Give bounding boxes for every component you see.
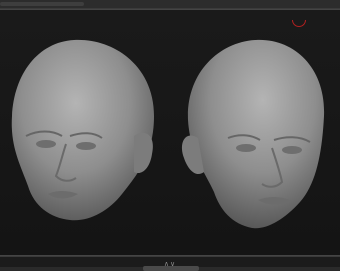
bottom-scroll-bar[interactable]: ∧∨ xyxy=(0,256,340,271)
head-model-right[interactable] xyxy=(176,34,336,234)
head-model-left[interactable] xyxy=(4,36,164,226)
sculpt-viewport[interactable] xyxy=(0,9,340,256)
top-slider-track[interactable] xyxy=(0,2,84,6)
expand-collapse-icon[interactable]: ∧∨ xyxy=(0,261,340,268)
status-indicator-icon xyxy=(292,20,306,27)
top-toolbar xyxy=(0,0,340,9)
